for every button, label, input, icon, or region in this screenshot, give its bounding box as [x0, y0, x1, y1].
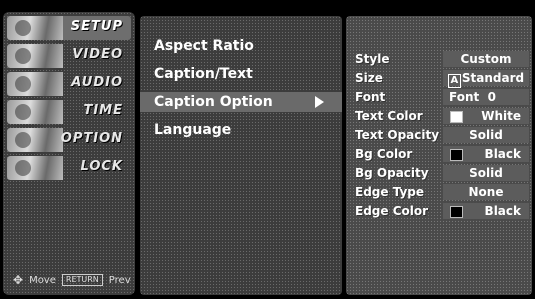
color-swatch [450, 149, 463, 161]
lock-icon [7, 156, 63, 180]
option-value-text: Font 0 [449, 90, 496, 104]
menu-item-language[interactable]: Language [140, 120, 342, 140]
option-row-size[interactable]: Size A Standard [346, 68, 532, 88]
prev-hint-label: Prev [108, 274, 131, 286]
option-icon [7, 128, 63, 152]
option-row-bg-opacity[interactable]: Bg Opacity Solid [346, 163, 532, 183]
option-row-text-color[interactable]: Text Color White [346, 106, 532, 126]
tv-setup-menu: SETUP VIDEO AUDIO TIME OPTION LOCK ✥ Mov… [0, 0, 535, 299]
category-video[interactable]: VIDEO [7, 44, 131, 68]
option-value-text: Black [484, 204, 521, 218]
option-label: Edge Color [355, 204, 429, 218]
option-label: Size [355, 71, 383, 85]
color-swatch [450, 206, 463, 218]
option-row-style[interactable]: Style Custom [346, 49, 532, 69]
category-time[interactable]: TIME [7, 100, 131, 124]
category-setup[interactable]: SETUP [7, 16, 131, 40]
option-value-text: Solid [469, 128, 503, 142]
menu-item-aspect-ratio[interactable]: Aspect Ratio [140, 36, 342, 56]
option-label: Text Color [355, 109, 423, 123]
category-lock[interactable]: LOCK [7, 156, 131, 180]
bg-color-value[interactable]: Black [443, 146, 529, 162]
category-option[interactable]: OPTION [7, 128, 131, 152]
move-hint-label: Move [29, 274, 56, 286]
category-label: LOCK [80, 159, 123, 174]
navigation-hint: ✥ Move RETURN Prev [13, 273, 131, 287]
option-row-text-opacity[interactable]: Text Opacity Solid [346, 125, 532, 145]
move-arrows-icon: ✥ [13, 273, 24, 287]
edge-type-value[interactable]: None [443, 184, 529, 200]
return-key-icon: RETURN [61, 274, 103, 286]
menu-item-label: Language [154, 122, 232, 138]
category-label: AUDIO [71, 75, 123, 90]
submenu-arrow-icon [315, 96, 324, 108]
option-label: Style [355, 52, 390, 66]
option-row-edge-color[interactable]: Edge Color Black [346, 201, 532, 221]
menu-item-caption-option[interactable]: Caption Option [140, 92, 342, 112]
option-value-text: Custom [460, 52, 512, 66]
category-label: VIDEO [72, 47, 123, 62]
size-value[interactable]: A Standard [443, 70, 529, 88]
video-icon [7, 44, 63, 68]
font-value[interactable]: Font 0 [443, 89, 529, 105]
edge-color-value[interactable]: Black [443, 203, 529, 219]
bg-opacity-value[interactable]: Solid [443, 165, 529, 181]
caption-options-panel: Style Custom Size A Standard Font Font 0 … [346, 16, 532, 295]
audio-icon [7, 72, 63, 96]
category-audio[interactable]: AUDIO [7, 72, 131, 96]
category-label: OPTION [60, 131, 123, 146]
menu-item-label: Caption Option [154, 94, 273, 110]
option-row-font[interactable]: Font Font 0 [346, 87, 532, 107]
option-row-edge-type[interactable]: Edge Type None [346, 182, 532, 202]
setup-submenu: Aspect Ratio Caption/Text Caption Option… [140, 16, 342, 295]
option-row-bg-color[interactable]: Bg Color Black [346, 144, 532, 164]
time-icon [7, 100, 63, 124]
option-label: Bg Opacity [355, 166, 429, 180]
menu-item-label: Aspect Ratio [154, 38, 254, 54]
text-color-value[interactable]: White [443, 108, 529, 124]
setup-icon [7, 16, 63, 40]
option-value-text: Solid [469, 166, 503, 180]
option-value-text: Standard [461, 71, 525, 85]
font-size-icon: A [447, 74, 461, 88]
option-value-text: Black [484, 147, 521, 161]
option-value-text: White [481, 109, 521, 123]
option-label: Edge Type [355, 185, 425, 199]
text-opacity-value[interactable]: Solid [443, 127, 529, 143]
style-value[interactable]: Custom [443, 51, 529, 67]
menu-item-label: Caption/Text [154, 66, 253, 82]
option-label: Text Opacity [355, 128, 440, 142]
category-label: TIME [83, 103, 123, 118]
category-label: SETUP [70, 19, 123, 34]
option-value-text: None [468, 185, 504, 199]
option-label: Bg Color [355, 147, 413, 161]
color-swatch [450, 111, 463, 123]
option-label: Font [355, 90, 386, 104]
menu-item-caption-text[interactable]: Caption/Text [140, 64, 342, 84]
category-sidebar: SETUP VIDEO AUDIO TIME OPTION LOCK ✥ Mov… [3, 12, 135, 295]
